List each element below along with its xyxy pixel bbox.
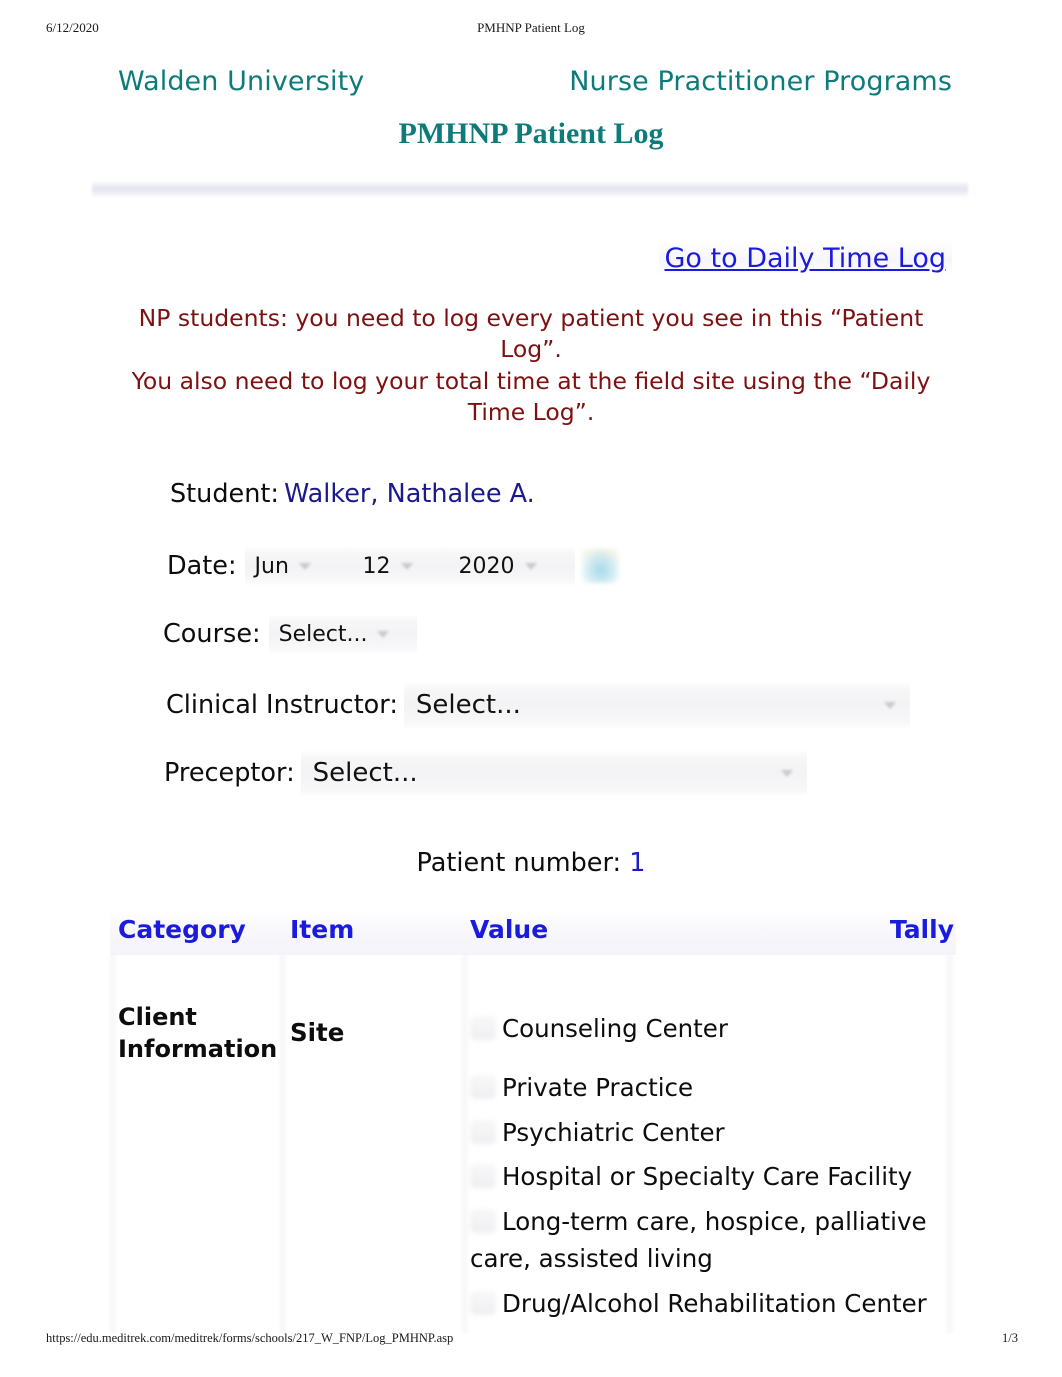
table-header-row: Category Item Value Tally [110, 910, 956, 955]
option-row[interactable]: Hospital or Specialty Care Facility [470, 1159, 940, 1196]
option-row[interactable]: Long-term care, hospice, palliative care… [470, 1204, 940, 1278]
patient-log-table: Category Item Value Tally Client Informa… [108, 910, 956, 1335]
column-separator [460, 955, 470, 1333]
branding-row: Walden University Nurse Practitioner Pro… [96, 66, 966, 106]
notice-text: NP students: you need to log every patie… [110, 303, 952, 428]
date-year-select[interactable]: 2020 [448, 546, 575, 586]
print-footer-url: https://edu.meditrek.com/meditrek/forms/… [46, 1331, 454, 1345]
column-header-value: Value [470, 915, 549, 944]
date-row: Date: Jun 12 2020 [167, 546, 619, 586]
notice-line-1: NP students: you need to log every patie… [138, 304, 924, 364]
student-label: Student: [170, 479, 279, 509]
checkbox-icon[interactable] [470, 1290, 496, 1315]
date-month-value: Jun [254, 553, 289, 579]
option-label: Drug/Alcohol Rehabilitation Center [502, 1288, 927, 1318]
option-row[interactable]: Private Practice [470, 1070, 940, 1107]
chevron-down-icon [377, 630, 390, 638]
option-label: Private Practice [502, 1072, 694, 1102]
chevron-down-icon [780, 769, 793, 777]
horizontal-divider [92, 181, 968, 198]
option-row[interactable]: Psychiatric Center [470, 1115, 940, 1152]
checkbox-icon[interactable] [470, 1016, 496, 1040]
patient-number: Patient number: 1 [0, 848, 1062, 878]
date-day-select[interactable]: 12 [352, 546, 449, 586]
student-name-value: Walker, Nathalee A. [284, 479, 535, 509]
chevron-down-icon [298, 562, 311, 570]
column-header-tally: Tally [889, 915, 954, 944]
course-row: Course: Select... [163, 614, 417, 654]
go-to-daily-time-log-link[interactable]: Go to Daily Time Log [658, 241, 952, 276]
clinical-instructor-label: Clinical Instructor: [166, 690, 398, 720]
checkbox-icon[interactable] [470, 1074, 496, 1099]
course-selected-value: Select... [278, 621, 368, 647]
program-name: Nurse Practitioner Programs [569, 66, 952, 97]
option-label: Hospital or Specialty Care Facility [502, 1162, 913, 1192]
cell-item: Site [290, 1018, 345, 1047]
column-separator [945, 955, 955, 1333]
date-year-value: 2020 [458, 553, 515, 579]
option-label: Psychiatric Center [502, 1117, 725, 1147]
preceptor-label: Preceptor: [164, 758, 295, 788]
chevron-down-icon [883, 701, 896, 709]
option-row[interactable]: Drug/Alcohol Rehabilitation Center [470, 1286, 940, 1323]
date-label: Date: [167, 551, 237, 581]
university-name: Walden University [118, 66, 365, 97]
date-month-select[interactable]: Jun [244, 546, 353, 586]
column-header-item: Item [290, 915, 355, 944]
checkbox-icon[interactable] [470, 1119, 496, 1144]
course-select[interactable]: Select... [268, 614, 417, 654]
patient-number-label: Patient number: [416, 848, 622, 878]
page-title: PMHNP Patient Log [398, 117, 664, 150]
preceptor-select[interactable]: Select... [300, 749, 807, 797]
chevron-down-icon [400, 562, 413, 570]
column-separator [108, 955, 118, 1333]
cell-category: Client Information [118, 1003, 278, 1064]
cell-value-options: Counseling Center Private Practice Psych… [470, 1011, 940, 1330]
column-separator [278, 955, 288, 1333]
clinical-instructor-row: Clinical Instructor: Select... [166, 681, 910, 729]
clinical-instructor-selected-value: Select... [415, 690, 521, 720]
document-page: Walden University Nurse Practitioner Pro… [0, 0, 1062, 1377]
course-label: Course: [163, 619, 261, 649]
preceptor-selected-value: Select... [312, 758, 418, 788]
date-day-value: 12 [362, 553, 391, 579]
table-row: Client Information Site Counseling Cente… [108, 955, 956, 1335]
print-footer-page-number: 1/3 [1002, 1331, 1018, 1345]
column-header-category: Category [118, 915, 246, 944]
chevron-down-icon [524, 562, 537, 570]
preceptor-row: Preceptor: Select... [164, 749, 807, 797]
checkbox-icon[interactable] [470, 1164, 496, 1189]
option-label: Counseling Center [502, 1014, 728, 1043]
calendar-icon[interactable] [580, 549, 619, 583]
option-label: Long-term care, hospice, palliative care… [470, 1207, 927, 1273]
print-footer: https://edu.meditrek.com/meditrek/forms/… [0, 1331, 1062, 1351]
patient-number-value: 1 [629, 848, 646, 878]
clinical-instructor-select[interactable]: Select... [403, 681, 910, 729]
option-row[interactable]: Counseling Center [470, 1011, 940, 1048]
notice-line-2: You also need to log your total time at … [131, 366, 931, 426]
checkbox-icon[interactable] [470, 1209, 496, 1233]
student-row: Student: Walker, Nathalee A. [170, 479, 535, 509]
